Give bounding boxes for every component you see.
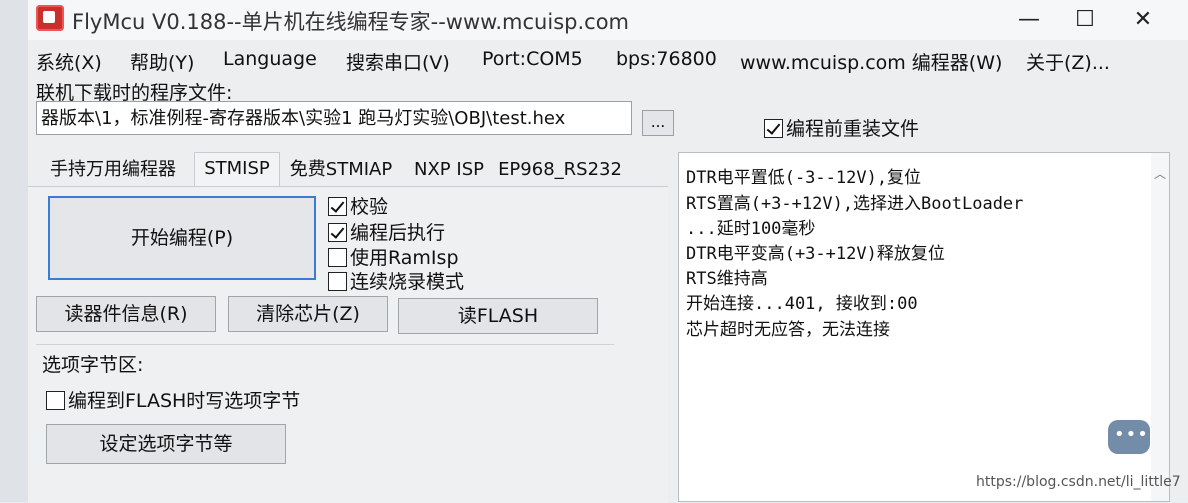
- program-file-input[interactable]: 器版本\1，标准例程-寄存器版本\实验1 跑马灯实验\OBJ\test.hex: [36, 101, 632, 135]
- menu-help[interactable]: 帮助(Y): [130, 48, 194, 75]
- set-option-bytes-button[interactable]: 设定选项字节等: [46, 424, 286, 464]
- maximize-button[interactable]: ☐: [1062, 4, 1108, 36]
- tab-free-stmiap[interactable]: 免费STMIAP: [282, 154, 400, 186]
- continuous-burn-checkbox[interactable]: 连续烧录模式: [328, 267, 464, 294]
- ramisp-checkbox-box: [328, 248, 347, 267]
- tab-bar: 手持万用编程器 STMISP 免费STMIAP NXP ISP EP968_RS…: [28, 152, 668, 187]
- continuous-checkbox-box: [328, 272, 347, 291]
- menu-baudrate[interactable]: bps:76800: [616, 48, 717, 70]
- menu-bar: 系统(X) 帮助(Y) Language 搜索串口(V) Port:COM5 b…: [28, 44, 1188, 76]
- browse-file-button[interactable]: ...: [642, 110, 674, 136]
- background-edge-text: [0, 36, 8, 66]
- minimize-button[interactable]: —: [1006, 4, 1052, 36]
- chat-bubble-icon: [1108, 420, 1150, 454]
- verify-checkbox-label: 校验: [350, 196, 389, 218]
- run-after-checkbox-label: 编程后执行: [350, 222, 446, 244]
- log-scrollbar[interactable]: ︿: [1151, 153, 1169, 501]
- write-option-checkbox-label: 编程到FLASH时写选项字节: [68, 390, 301, 412]
- reload-checkbox-box: [764, 119, 783, 138]
- menu-search-port[interactable]: 搜索串口(V): [346, 48, 450, 75]
- tab-handheld-programmer[interactable]: 手持万用编程器: [34, 154, 192, 186]
- ramisp-checkbox-label: 使用RamIsp: [350, 247, 459, 269]
- menu-programmer[interactable]: www.mcuisp.com 编程器(W): [740, 48, 1002, 75]
- read-flash-button[interactable]: 读FLASH: [398, 298, 598, 334]
- flymcu-window: FlyMcu V0.188--单片机在线编程专家--www.mcuisp.com…: [28, 0, 1188, 503]
- program-file-path: 器版本\1，标准例程-寄存器版本\实验1 跑马灯实验\OBJ\test.hex: [41, 108, 566, 129]
- menu-about[interactable]: 关于(Z)...: [1026, 48, 1110, 75]
- log-line: 开始连接...401, 接收到:00: [686, 294, 918, 314]
- menu-language[interactable]: Language: [223, 48, 317, 70]
- tab-stmisp[interactable]: STMISP: [194, 152, 280, 187]
- log-line: 芯片超时无应答，无法连接: [686, 320, 890, 340]
- background-desktop: [0, 0, 28, 502]
- verify-checkbox-box: [328, 197, 347, 216]
- write-option-bytes-checkbox[interactable]: 编程到FLASH时写选项字节: [46, 386, 300, 413]
- tab-nxp-isp[interactable]: NXP ISP: [408, 154, 490, 186]
- log-line: RTS维持高: [686, 269, 768, 289]
- log-output[interactable]: ︿ DTR电平置低(-3--12V),复位 RTS置高(+3-+12V),选择进…: [678, 152, 1170, 502]
- log-line: DTR电平变高(+3-+12V)释放复位: [686, 244, 945, 264]
- title-bar: FlyMcu V0.188--单片机在线编程专家--www.mcuisp.com…: [28, 0, 1188, 40]
- menu-port[interactable]: Port:COM5: [482, 48, 583, 70]
- close-button[interactable]: ✕: [1120, 4, 1166, 36]
- watermark: https://blog.csdn.net/li_little7: [976, 474, 1181, 490]
- reload-before-program-checkbox[interactable]: 编程前重装文件: [764, 114, 919, 141]
- option-bytes-label: 选项字节区:: [42, 354, 144, 376]
- scroll-up-arrow-icon[interactable]: ︿: [1153, 167, 1167, 181]
- log-line: ...延时100毫秒: [686, 219, 816, 239]
- verify-checkbox[interactable]: 校验: [328, 192, 388, 219]
- continuous-checkbox-label: 连续烧录模式: [350, 271, 465, 293]
- use-ramisp-checkbox[interactable]: 使用RamIsp: [328, 243, 459, 270]
- write-option-checkbox-box: [46, 391, 65, 410]
- menu-system[interactable]: 系统(X): [36, 48, 102, 75]
- tab-ep968-rs232[interactable]: EP968_RS232: [498, 154, 622, 186]
- run-after-program-checkbox[interactable]: 编程后执行: [328, 218, 445, 245]
- log-line: DTR电平置低(-3--12V),复位: [686, 168, 922, 188]
- read-device-info-button[interactable]: 读器件信息(R): [36, 296, 216, 332]
- window-title: FlyMcu V0.188--单片机在线编程专家--www.mcuisp.com: [72, 10, 630, 34]
- erase-chip-button[interactable]: 清除芯片(Z): [228, 296, 388, 332]
- app-logo-icon: [36, 5, 64, 31]
- start-program-button[interactable]: 开始编程(P): [48, 196, 316, 280]
- log-line: RTS置高(+3-+12V),选择进入BootLoader: [686, 194, 1024, 214]
- run-after-checkbox-box: [328, 223, 347, 242]
- reload-checkbox-label: 编程前重装文件: [786, 118, 920, 140]
